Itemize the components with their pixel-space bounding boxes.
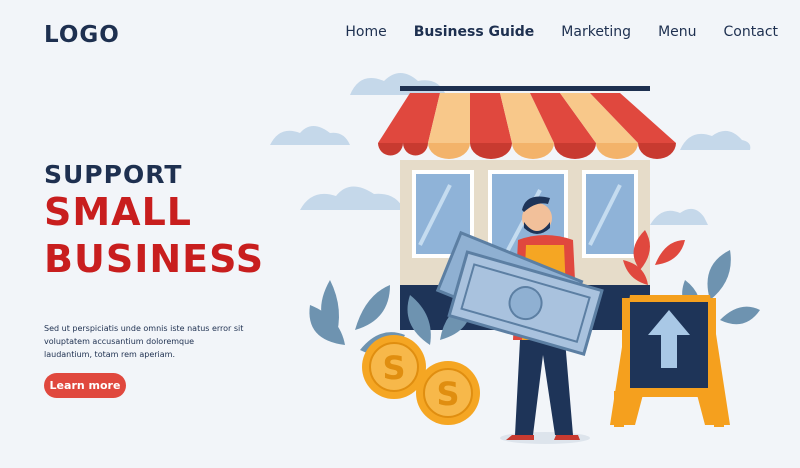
nav-business-guide[interactable]: Business Guide [414,24,535,40]
awning [378,86,676,159]
hero-description: Sed ut perspiciatis unde omnis iste natu… [44,324,244,359]
hero-title-business: BUSINESS [44,237,265,281]
main-nav: Home Business Guide Marketing Menu Conta… [345,24,778,40]
logo[interactable]: LOGO [44,22,120,48]
nav-marketing[interactable]: Marketing [561,24,631,40]
nav-menu[interactable]: Menu [658,24,696,40]
arrow-sign [610,295,730,427]
nav-home[interactable]: Home [345,24,386,40]
hero-title: SUPPORT SMALL BUSINESS [44,160,264,283]
shop-illustration: S S [270,73,760,444]
coins: S S [362,335,480,425]
hero-title-support: SUPPORT [44,160,183,189]
svg-text:S: S [382,349,405,387]
nav-contact[interactable]: Contact [724,24,778,40]
hero-title-small: SMALL [44,190,193,234]
svg-text:S: S [436,375,459,413]
learn-more-button[interactable]: Learn more [44,373,126,398]
